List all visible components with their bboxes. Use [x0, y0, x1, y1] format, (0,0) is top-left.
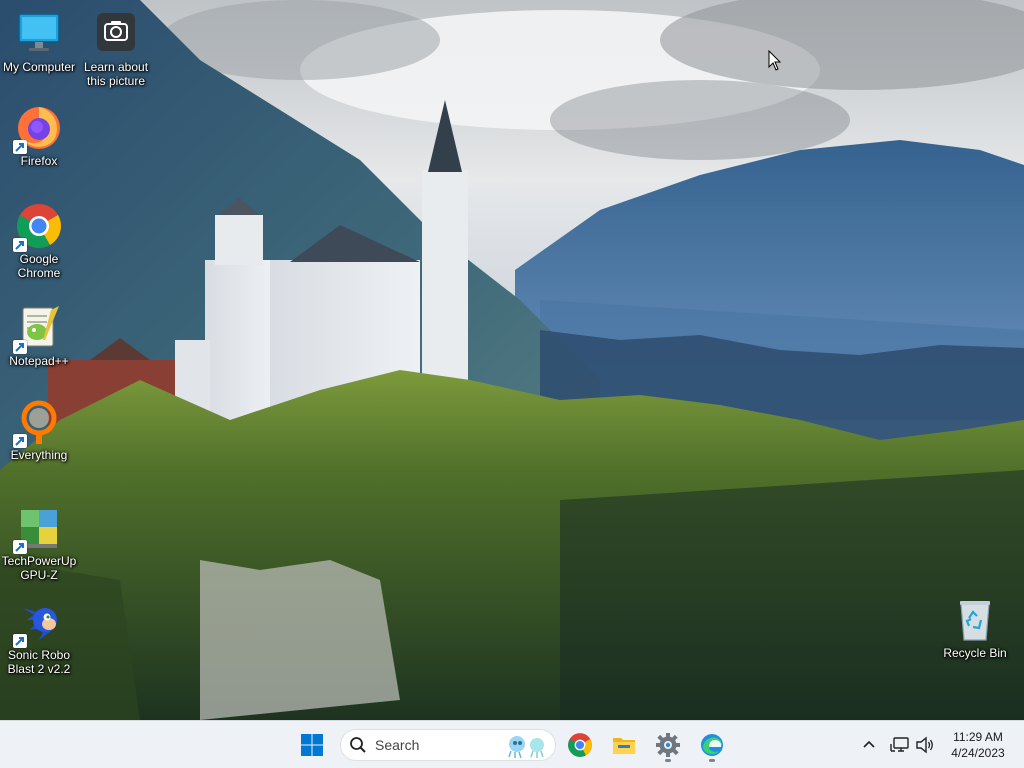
firefox-icon: [13, 104, 63, 154]
desktop-icon-firefox[interactable]: Firefox: [1, 104, 77, 168]
desktop-icon-everything[interactable]: Everything: [1, 398, 77, 462]
gpu-z-icon: [13, 504, 63, 554]
desktop-icon-label: Everything: [10, 448, 68, 462]
camera-icon: [92, 10, 140, 58]
shortcut-arrow-icon: [13, 634, 27, 648]
chrome-icon: [568, 733, 592, 757]
windows-logo-icon: [301, 734, 323, 756]
mouse-cursor-icon: [768, 50, 782, 71]
everything-search-icon: [13, 398, 63, 448]
desktop-icon-my-computer[interactable]: My Computer: [1, 10, 77, 74]
shortcut-arrow-icon: [13, 540, 27, 554]
desktop-icon-label: My Computer: [2, 60, 76, 74]
network-icon: [890, 737, 909, 752]
search-input[interactable]: [375, 737, 495, 753]
desktop-wallpaper: [0, 0, 1024, 720]
clock-time: 11:29 AM: [953, 730, 1003, 744]
recycle-bin-icon: [951, 596, 999, 644]
network-status-button[interactable]: [888, 733, 912, 757]
notepad-plus-plus-icon: [13, 304, 63, 354]
desktop-icon-notepad-plus-plus[interactable]: Notepad++: [1, 304, 77, 368]
search-highlight-icon: [508, 736, 544, 759]
show-hidden-icons-button[interactable]: [858, 733, 880, 757]
taskbar-clock[interactable]: 11:29 AM 4/24/2023: [940, 729, 1016, 761]
taskbar-chrome-button[interactable]: [562, 727, 598, 763]
shortcut-arrow-icon: [13, 140, 27, 154]
sonic-icon: [13, 598, 63, 648]
desktop-icon-label: Notepad++: [9, 354, 69, 368]
volume-button[interactable]: [914, 733, 936, 757]
desktop-icon-learn-about-picture[interactable]: Learn about this picture: [78, 10, 154, 88]
taskbar-search-box[interactable]: [340, 729, 556, 761]
running-indicator: [665, 759, 671, 762]
desktop-icon-google-chrome[interactable]: Google Chrome: [1, 202, 77, 280]
volume-icon: [916, 736, 933, 754]
shortcut-arrow-icon: [13, 238, 27, 252]
shortcut-arrow-icon: [13, 340, 27, 354]
desktop-icon-label: Learn about this picture: [83, 60, 149, 88]
desktop-icon-label: Recycle Bin: [943, 646, 1007, 660]
taskbar: 11:29 AM 4/24/2023: [0, 720, 1024, 768]
taskbar-settings-button[interactable]: [650, 727, 686, 763]
clock-date: 4/24/2023: [951, 746, 1005, 760]
edge-icon: [701, 734, 723, 756]
search-icon: [350, 737, 366, 753]
desktop-icon-gpu-z[interactable]: TechPowerUp GPU-Z: [1, 504, 77, 582]
running-indicator: [709, 759, 715, 762]
desktop-icon-sonic-robo-blast[interactable]: Sonic Robo Blast 2 v2.2: [1, 598, 77, 676]
monitor-icon: [15, 10, 63, 58]
folder-icon: [613, 738, 635, 754]
desktop-icon-label: TechPowerUp GPU-Z: [1, 554, 77, 582]
desktop-icon-recycle-bin[interactable]: Recycle Bin: [937, 596, 1013, 660]
taskbar-file-explorer-button[interactable]: [606, 727, 642, 763]
desktop-icon-label: Firefox: [20, 154, 58, 168]
start-button[interactable]: [294, 727, 330, 763]
chevron-up-icon: [863, 740, 875, 748]
shortcut-arrow-icon: [13, 434, 27, 448]
desktop-icon-label: Google Chrome: [17, 252, 61, 280]
desktop-icon-label: Sonic Robo Blast 2 v2.2: [7, 648, 71, 676]
chrome-icon: [13, 202, 63, 252]
settings-gear-icon: [656, 733, 680, 757]
taskbar-edge-button[interactable]: [694, 727, 730, 763]
